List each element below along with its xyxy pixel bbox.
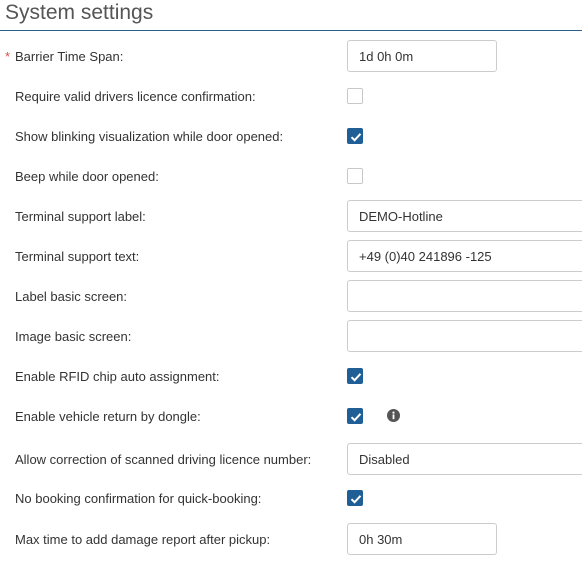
rfid-auto-assignment-checkbox[interactable] bbox=[347, 368, 363, 384]
terminal-support-text-input[interactable]: +49 (0)40 241896 -125 bbox=[347, 240, 582, 272]
setting-label: Enable vehicle return by dongle: bbox=[15, 408, 201, 424]
beep-door-checkbox[interactable] bbox=[347, 168, 363, 184]
info-icon[interactable] bbox=[387, 409, 400, 422]
setting-label: Label basic screen: bbox=[15, 288, 128, 304]
setting-label: Show blinking visualization while door o… bbox=[15, 128, 284, 144]
required-marker: * bbox=[5, 48, 11, 64]
setting-label: Beep while door opened: bbox=[15, 168, 159, 184]
checkmark-icon bbox=[350, 373, 362, 382]
allow-correction-select[interactable]: Disabled bbox=[347, 443, 582, 475]
setting-row-label-basic-screen: Label basic screen: bbox=[0, 276, 582, 316]
setting-label: Require valid drivers licence confirmati… bbox=[15, 88, 256, 104]
setting-row-terminal-support-text: Terminal support text: +49 (0)40 241896 … bbox=[0, 236, 582, 276]
barrier-time-span-input[interactable]: 1d 0h 0m bbox=[347, 40, 497, 72]
setting-row-image-basic-screen: Image basic screen: bbox=[0, 316, 582, 356]
setting-label: Barrier Time Span: bbox=[15, 48, 124, 64]
setting-row-barrier-time-span: * Barrier Time Span: 1d 0h 0m bbox=[0, 36, 582, 76]
terminal-support-label-input[interactable]: DEMO-Hotline bbox=[347, 200, 582, 232]
setting-row-rfid-auto-assignment: Enable RFID chip auto assignment: bbox=[0, 356, 582, 396]
max-damage-report-time-input[interactable]: 0h 30m bbox=[347, 523, 497, 555]
image-basic-screen-input[interactable] bbox=[347, 320, 582, 352]
setting-label: Terminal support text: bbox=[15, 248, 140, 264]
page-title: System settings bbox=[5, 1, 154, 24]
setting-label: Terminal support label: bbox=[15, 208, 146, 224]
setting-row-beep-door: Beep while door opened: bbox=[0, 156, 582, 196]
checkmark-icon bbox=[350, 413, 362, 422]
setting-label: Image basic screen: bbox=[15, 328, 132, 344]
require-licence-checkbox[interactable] bbox=[347, 88, 363, 104]
vehicle-return-dongle-checkbox[interactable] bbox=[347, 408, 363, 424]
setting-row-terminal-support-label: Terminal support label: DEMO-Hotline bbox=[0, 196, 582, 236]
no-booking-confirmation-checkbox[interactable] bbox=[347, 490, 363, 506]
setting-label: Enable RFID chip auto assignment: bbox=[15, 368, 220, 384]
setting-row-blinking-visualization: Show blinking visualization while door o… bbox=[0, 116, 582, 156]
setting-row-max-damage-report-time: Max time to add damage report after pick… bbox=[0, 519, 582, 559]
setting-label: Allow correction of scanned driving lice… bbox=[15, 451, 312, 467]
setting-row-vehicle-return-dongle: Enable vehicle return by dongle: bbox=[0, 396, 582, 436]
setting-label: No booking confirmation for quick-bookin… bbox=[15, 490, 262, 506]
system-settings-page: System settings * Barrier Time Span: 1d … bbox=[0, 0, 582, 564]
setting-row-require-licence: Require valid drivers licence confirmati… bbox=[0, 76, 582, 116]
setting-row-allow-correction: Allow correction of scanned driving lice… bbox=[0, 439, 582, 479]
checkmark-icon bbox=[350, 495, 362, 504]
blinking-visualization-checkbox[interactable] bbox=[347, 128, 363, 144]
checkmark-icon bbox=[350, 133, 362, 142]
setting-label: Max time to add damage report after pick… bbox=[15, 531, 271, 547]
label-basic-screen-input[interactable] bbox=[347, 280, 582, 312]
setting-row-no-booking-confirmation: No booking confirmation for quick-bookin… bbox=[0, 478, 582, 518]
section-header: System settings bbox=[0, 0, 582, 31]
